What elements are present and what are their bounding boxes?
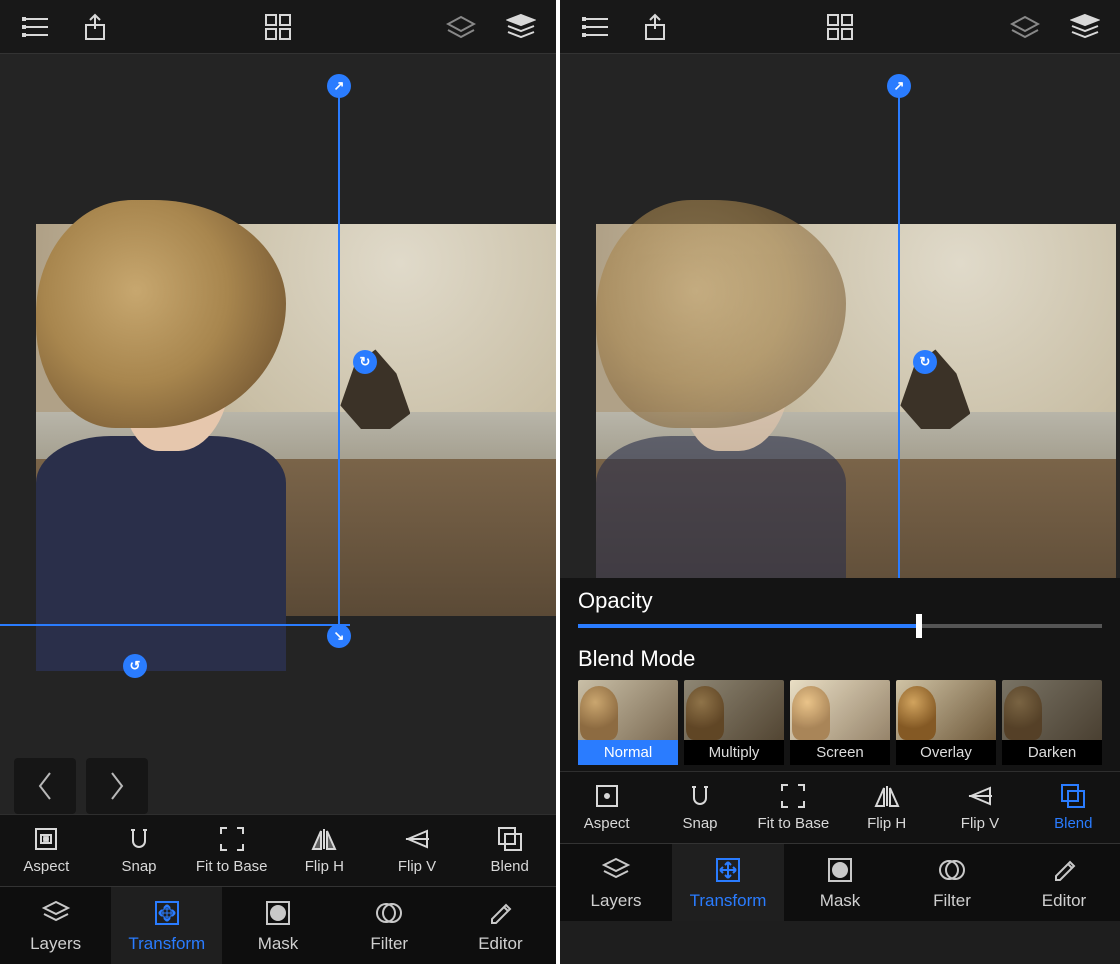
transform-toolbar: Aspect Snap Fit to Base Flip H Flip V Bl…: [0, 814, 556, 886]
scale-handle-icon[interactable]: ↗: [887, 74, 911, 98]
flip-v-button[interactable]: Flip V: [933, 772, 1026, 843]
snap-button[interactable]: Snap: [653, 772, 746, 843]
tab-mask[interactable]: Mask: [222, 887, 333, 964]
opacity-slider[interactable]: [578, 624, 1102, 628]
tab-layers[interactable]: Layers: [560, 844, 672, 921]
aspect-button[interactable]: Aspect: [0, 815, 93, 886]
transform-toolbar: Aspect Snap Fit to Base Flip H Flip V Bl…: [560, 771, 1120, 843]
image-layer-top[interactable]: [596, 224, 1116, 578]
blend-mode-list: Normal Multiply Screen Overlay Darken: [578, 680, 1102, 765]
grid-icon[interactable]: [263, 12, 293, 42]
redo-button[interactable]: [86, 758, 148, 814]
blend-mode-multiply[interactable]: Multiply: [684, 680, 784, 765]
flip-h-button[interactable]: Flip H: [840, 772, 933, 843]
canvas-area[interactable]: ↗ ↻: [560, 54, 1120, 578]
tab-editor[interactable]: Editor: [1008, 844, 1120, 921]
tab-editor[interactable]: Editor: [445, 887, 556, 964]
blend-mode-label: Blend Mode: [578, 646, 1102, 672]
history-controls: [14, 758, 148, 814]
undo-button[interactable]: [14, 758, 76, 814]
transform-guide-vertical[interactable]: [338, 84, 340, 638]
blend-mode-screen[interactable]: Screen: [790, 680, 890, 765]
tab-transform[interactable]: Transform: [111, 887, 222, 964]
top-toolbar: [0, 0, 556, 54]
share-icon[interactable]: [80, 12, 110, 42]
blend-mode-darken[interactable]: Darken: [1002, 680, 1102, 765]
layer-stack-icon[interactable]: [1070, 12, 1100, 42]
tab-layers[interactable]: Layers: [0, 887, 111, 964]
bottom-tabbar: Layers Transform Mask Filter Editor: [560, 843, 1120, 921]
share-icon[interactable]: [640, 12, 670, 42]
aspect-button[interactable]: Aspect: [560, 772, 653, 843]
blend-controls: Opacity Blend Mode Normal Multiply Scree…: [560, 578, 1120, 771]
tab-mask[interactable]: Mask: [784, 844, 896, 921]
scale-handle-icon[interactable]: ↗: [327, 74, 351, 98]
blend-mode-overlay[interactable]: Overlay: [896, 680, 996, 765]
tab-filter[interactable]: Filter: [896, 844, 1008, 921]
list-icon[interactable]: [20, 12, 50, 42]
rotate-handle-icon[interactable]: ↻: [913, 350, 937, 374]
bottom-tabbar: Layers Transform Mask Filter Editor: [0, 886, 556, 964]
screen-transform: ↗ ↻ ↘ ↺ Aspect Snap Fit to Base Flip H F…: [0, 0, 560, 964]
rotate-handle-icon[interactable]: ↻: [353, 350, 377, 374]
tab-transform[interactable]: Transform: [672, 844, 784, 921]
fit-to-base-button[interactable]: Fit to Base: [747, 772, 840, 843]
fit-to-base-button[interactable]: Fit to Base: [185, 815, 278, 886]
tab-filter[interactable]: Filter: [334, 887, 445, 964]
blend-button[interactable]: Blend: [463, 815, 556, 886]
grid-icon[interactable]: [825, 12, 855, 42]
layer-single-icon[interactable]: [446, 12, 476, 42]
blend-mode-normal[interactable]: Normal: [578, 680, 678, 765]
flip-v-button[interactable]: Flip V: [371, 815, 464, 886]
blend-button[interactable]: Blend: [1027, 772, 1120, 843]
transform-guide-vertical[interactable]: [898, 84, 900, 578]
list-icon[interactable]: [580, 12, 610, 42]
top-toolbar: [560, 0, 1120, 54]
snap-button[interactable]: Snap: [93, 815, 186, 886]
opacity-thumb[interactable]: [916, 614, 922, 638]
canvas-area[interactable]: ↗ ↻ ↘ ↺: [0, 54, 556, 814]
flip-h-button[interactable]: Flip H: [278, 815, 371, 886]
layer-single-icon[interactable]: [1010, 12, 1040, 42]
layer-stack-icon[interactable]: [506, 12, 536, 42]
undo-handle-icon[interactable]: ↺: [123, 654, 147, 678]
image-layer[interactable]: [36, 224, 556, 616]
opacity-label: Opacity: [578, 588, 1102, 614]
screen-blend: ↗ ↻ Opacity Blend Mode Normal Multiply S…: [560, 0, 1120, 964]
transform-guide-horizontal[interactable]: [0, 624, 350, 626]
scale-handle-bottom-icon[interactable]: ↘: [327, 624, 351, 648]
